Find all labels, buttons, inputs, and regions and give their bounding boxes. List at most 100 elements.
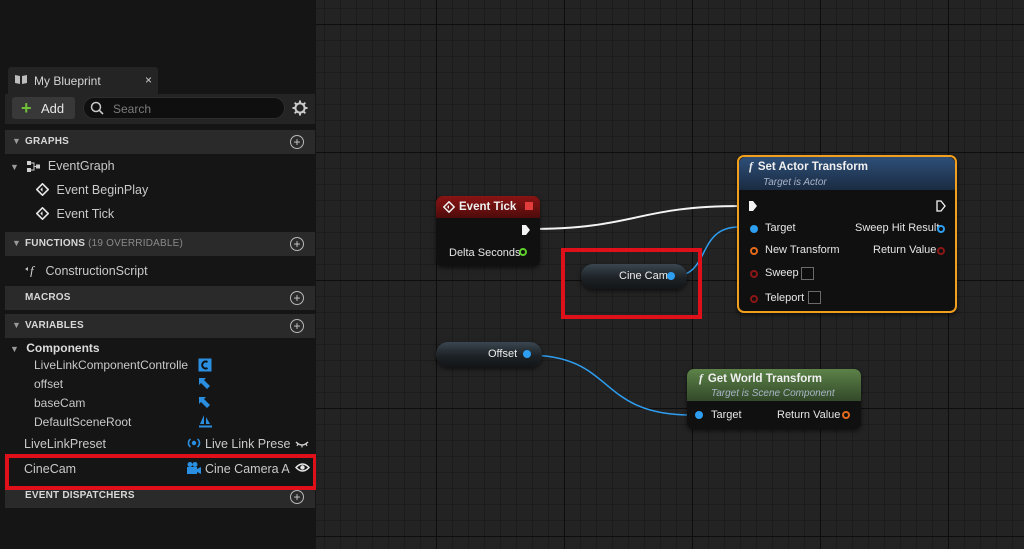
get-world-transform-node[interactable]: f Get World Transform Target is Scene Com…	[687, 369, 861, 429]
components-category[interactable]: ▼ Components	[10, 341, 100, 355]
overridable-count: (19 OVERRIDABLE)	[88, 238, 184, 249]
search-box[interactable]	[83, 97, 285, 119]
tree-item-event-beginplay[interactable]: Event BeginPlay	[35, 182, 149, 199]
section-variables[interactable]: ▼ VARIABLES +	[5, 314, 315, 338]
add-graph-icon[interactable]: +	[290, 135, 304, 149]
node-title-text: Set Actor Transform	[757, 161, 868, 173]
object-pin[interactable]	[695, 411, 703, 419]
highlight-box-cinecam-node	[561, 248, 702, 319]
object-pin[interactable]	[523, 350, 531, 358]
collapse-arrow-icon: ▼	[12, 136, 21, 146]
scene-arrow-icon	[197, 395, 212, 413]
exec-in-pin[interactable]	[748, 200, 758, 215]
functions-title: FUNCTIONS	[25, 238, 86, 249]
set-actor-transform-node[interactable]: f Set Actor Transform Target is Actor Tar…	[737, 155, 957, 313]
event-label: Event BeginPlay	[56, 183, 149, 197]
tree-item-eventgraph[interactable]: ▼ EventGraph	[10, 159, 115, 175]
highlight-box-cinecam-variable	[5, 454, 317, 490]
blueprint-book-icon	[14, 74, 28, 88]
exec-wire	[528, 205, 742, 230]
pin-label: Teleport	[765, 292, 805, 304]
plus-icon: +	[21, 98, 32, 118]
add-variable-icon[interactable]: +	[290, 319, 304, 333]
float-pin[interactable]	[519, 248, 527, 256]
event-diamond-icon	[35, 182, 50, 199]
bool-pin[interactable]	[937, 247, 945, 255]
variable-node-label: Offset	[488, 348, 518, 360]
struct-pin[interactable]	[842, 411, 850, 419]
close-icon[interactable]: ×	[145, 73, 152, 87]
exec-out-pin[interactable]	[521, 224, 531, 239]
section-title: VARIABLES	[25, 320, 84, 331]
components-label: Components	[26, 341, 100, 355]
section-functions[interactable]: ▼ FUNCTIONS (19 OVERRIDABLE) +	[5, 232, 315, 256]
variable-name: baseCam	[34, 396, 86, 410]
variable-name: LiveLinkPreset	[24, 437, 106, 451]
tree-item-event-tick[interactable]: Event Tick	[35, 206, 115, 223]
delegate-pin[interactable]	[525, 202, 533, 210]
event-diamond-icon	[35, 206, 50, 223]
pin-label: Delta Seconds	[449, 247, 521, 259]
node-title-text: Get World Transform	[707, 373, 823, 385]
search-input[interactable]	[111, 99, 283, 119]
my-blueprint-panel: My Blueprint × + Add Search ▼ GRAPHS + ▼…	[0, 0, 317, 549]
offset-variable-node[interactable]: Offset	[436, 342, 542, 367]
function-icon: f	[24, 263, 40, 280]
livelink-icon	[186, 436, 202, 453]
scene-arrow-icon	[197, 376, 212, 394]
section-title: MACROS	[25, 292, 71, 303]
variable-type[interactable]: Live Link Prese	[205, 437, 290, 451]
hidden-eye-icon[interactable]	[295, 438, 309, 452]
variable-row[interactable]: offset	[34, 377, 63, 391]
section-title: GRAPHS	[25, 136, 69, 147]
bool-pin[interactable]	[750, 295, 758, 303]
function-icon: f	[749, 161, 753, 173]
add-macro-icon[interactable]: +	[290, 291, 304, 305]
variable-row[interactable]: LiveLinkComponentControlle	[34, 358, 188, 372]
add-button-label: Add	[41, 101, 65, 116]
exec-out-pin[interactable]	[936, 200, 946, 215]
my-blueprint-tab[interactable]: My Blueprint ×	[8, 67, 158, 94]
function-icon: f	[699, 373, 703, 385]
add-function-icon[interactable]: +	[290, 237, 304, 251]
object-pin[interactable]	[750, 225, 758, 233]
variable-row-livelinkpreset[interactable]: LiveLinkPreset	[24, 437, 106, 451]
collapse-arrow-icon: ▼	[12, 320, 21, 330]
teleport-checkbox[interactable]	[808, 291, 821, 304]
sweep-checkbox[interactable]	[801, 267, 814, 280]
variable-name: DefaultSceneRoot	[34, 415, 132, 429]
event-label: Event Tick	[56, 207, 115, 221]
node-title: Event Tick	[459, 201, 517, 213]
bool-pin[interactable]	[750, 270, 758, 278]
variable-row[interactable]: baseCam	[34, 396, 85, 410]
scene-root-icon	[198, 414, 213, 432]
variable-name: offset	[34, 377, 64, 391]
node-subtitle: Target is Scene Component	[711, 388, 835, 399]
section-title: EVENT DISPATCHERS	[25, 490, 135, 501]
variable-row[interactable]: DefaultSceneRoot	[34, 415, 131, 429]
section-macros[interactable]: MACROS +	[5, 286, 315, 310]
event-graph-icon	[27, 161, 41, 175]
section-graphs[interactable]: ▼ GRAPHS +	[5, 130, 315, 154]
collapse-arrow-icon: ▼	[10, 344, 19, 354]
add-dispatcher-icon[interactable]: +	[290, 490, 304, 504]
variable-type-label: Live Link Prese	[205, 437, 291, 451]
struct-pin[interactable]	[937, 225, 945, 233]
node-subtitle: Target is Actor	[763, 177, 827, 188]
pin-label: Sweep Hit Result	[855, 222, 940, 234]
event-graph-label: EventGraph	[47, 159, 115, 173]
gear-icon[interactable]	[292, 100, 308, 119]
tab-title: My Blueprint	[34, 74, 101, 88]
tree-item-construction-script[interactable]: f ConstructionScript	[24, 263, 148, 280]
blueprint-toolbar: + Add	[5, 94, 315, 124]
add-button[interactable]: + Add	[12, 97, 75, 119]
pin-label: Return Value	[777, 409, 841, 421]
collapse-arrow-icon: ▼	[12, 238, 21, 248]
object-wire	[526, 354, 692, 416]
event-tick-node[interactable]: Event Tick Delta Seconds	[436, 196, 540, 266]
struct-pin[interactable]	[750, 247, 758, 255]
pin-label: New Transform	[765, 244, 840, 256]
node-title: f Get World Transform	[699, 373, 822, 385]
event-diamond-icon	[442, 200, 456, 216]
search-icon	[90, 101, 104, 118]
